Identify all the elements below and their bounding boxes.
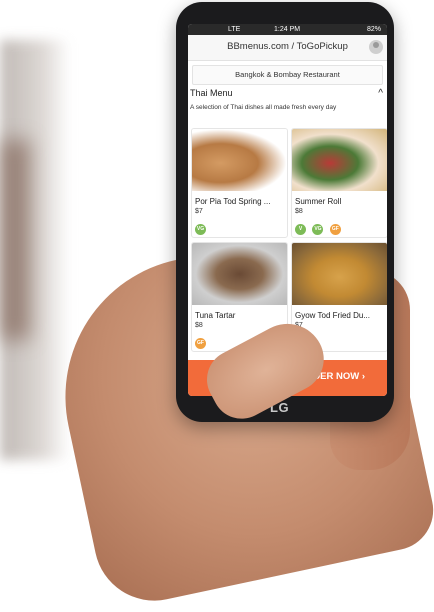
item-name: Gyow Tod Fried Du... [295, 311, 370, 320]
menu-item-card[interactable]: Summer Roll $8 V VG GF [291, 128, 387, 238]
item-price: $7 [195, 208, 203, 215]
vegan-icon: VG [195, 224, 206, 235]
battery-indicator: 82% [366, 26, 381, 33]
gluten-free-icon: GF [329, 224, 341, 235]
item-price: $7 [295, 322, 387, 329]
food-photo [192, 129, 287, 191]
item-name: Por Pia Tod Spring ... [195, 197, 271, 206]
status-bar: LTE 1:24 PM 82% [188, 24, 387, 35]
item-name: Tuna Tartar [195, 311, 236, 320]
network-indicator: LTE [228, 26, 241, 33]
menu-description: A selection of Thai dishes all made fres… [190, 104, 337, 111]
restaurant-name[interactable]: Bangkok & Bombay Restaurant [192, 65, 383, 85]
food-photo [292, 129, 387, 191]
item-price: $8 [295, 208, 303, 215]
food-photo [292, 243, 387, 305]
vegan-icon: VG [312, 224, 324, 235]
gluten-free-icon: GF [195, 338, 206, 349]
background-blur-dark [0, 140, 30, 340]
vegetarian-icon: V [295, 224, 306, 235]
app-title: BBmenus.com / ToGoPickup [227, 41, 348, 52]
menu-item-card[interactable]: Por Pia Tod Spring ... $7 VG [191, 128, 288, 238]
user-avatar-icon[interactable] [369, 40, 383, 54]
menu-section: Thai Menu ^ A selection of Thai dishes a… [190, 88, 385, 111]
status-time: 1:24 PM [274, 26, 301, 33]
food-photo [192, 243, 287, 305]
item-tags: VG [195, 217, 287, 235]
app-bar: BBmenus.com / ToGoPickup [188, 35, 387, 61]
menu-title[interactable]: Thai Menu [190, 88, 385, 98]
chevron-up-icon[interactable]: ^ [378, 88, 383, 99]
item-name: Summer Roll [295, 197, 342, 206]
item-tags: V VG GF [295, 217, 387, 235]
